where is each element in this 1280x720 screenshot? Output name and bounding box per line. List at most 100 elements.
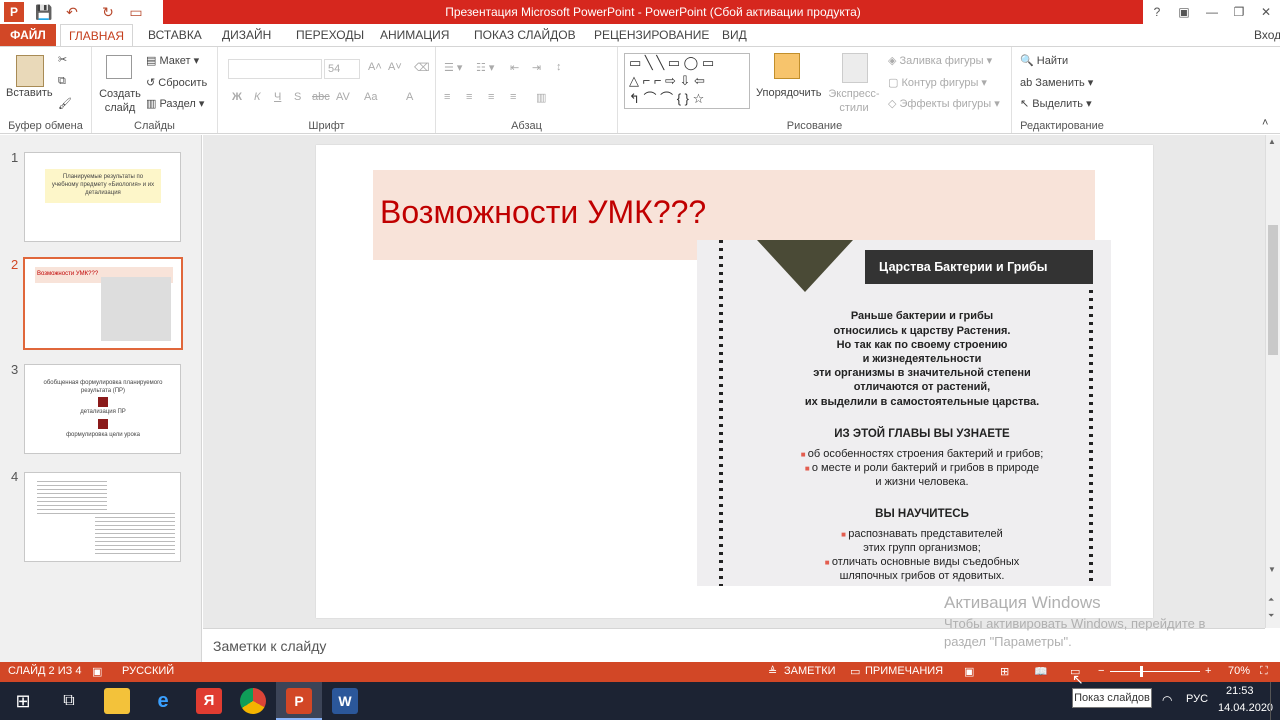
tab-insert[interactable]: ВСТАВКА — [140, 24, 210, 46]
tab-slideshow[interactable]: ПОКАЗ СЛАЙДОВ — [466, 24, 584, 46]
show-desktop-button[interactable] — [1270, 682, 1280, 720]
grow-font-icon[interactable]: A˄ — [368, 61, 382, 73]
comments-toggle-button[interactable]: ПРИМЕЧАНИЯ — [865, 665, 943, 677]
bullets-icon[interactable]: ☰ ▾ — [444, 61, 462, 74]
decrease-indent-icon[interactable]: ⇤ — [510, 61, 519, 74]
scroll-down-icon[interactable]: ▼ — [1268, 565, 1276, 574]
clear-format-icon[interactable]: ⌫ — [414, 61, 430, 74]
format-painter-icon[interactable]: 🖌 — [58, 97, 72, 110]
shape-fill-button[interactable]: ◈ Заливка фигуры ▾ — [888, 54, 992, 67]
redo-icon[interactable]: ↻ — [98, 2, 118, 22]
save-icon[interactable]: 💾 — [34, 2, 54, 22]
network-icon[interactable]: ◠ — [1162, 693, 1172, 707]
windows-start-icon[interactable]: ⊞ — [10, 688, 36, 714]
file-explorer-icon[interactable] — [104, 688, 130, 714]
layout-button[interactable]: ▤ Макет ▾ — [146, 54, 199, 67]
font-color-icon[interactable]: A — [406, 91, 413, 103]
normal-view-icon[interactable]: ▣ — [964, 665, 974, 678]
arrange-icon[interactable] — [774, 53, 800, 79]
prev-slide-icon[interactable]: ⏶ — [1268, 595, 1274, 605]
bold-button[interactable]: Ж — [232, 91, 242, 103]
scroll-up-icon[interactable]: ▲ — [1268, 137, 1276, 146]
paste-button[interactable]: Вставить — [6, 87, 53, 99]
powerpoint-taskbar-icon[interactable]: P — [286, 688, 312, 714]
quick-styles-button[interactable]: Экспресс-стили — [828, 87, 880, 115]
chrome-icon[interactable] — [240, 688, 266, 714]
align-right-icon[interactable]: ≡ — [488, 91, 494, 103]
cut-icon[interactable]: ✂ — [58, 53, 67, 66]
shape-effects-button[interactable]: ◇ Эффекты фигуры ▾ — [888, 97, 1000, 110]
task-view-icon[interactable]: ⧉ — [56, 688, 82, 714]
clock-date[interactable]: 14.04.2020 — [1218, 702, 1273, 714]
undo-icon[interactable]: ↶ — [62, 2, 82, 22]
notes-pane[interactable]: Заметки к слайду — [203, 628, 1265, 662]
yandex-browser-icon[interactable]: Я — [196, 688, 222, 714]
help-button[interactable]: ? — [1144, 0, 1170, 24]
copy-icon[interactable]: ⧉ — [58, 75, 66, 88]
input-language[interactable]: РУС — [1186, 693, 1208, 705]
vertical-scrollbar[interactable]: ▲ ▼ ⏶ ⏷ — [1265, 135, 1280, 628]
fit-to-window-icon[interactable]: ⛶ — [1260, 665, 1268, 678]
reset-button[interactable]: ↺ Сбросить — [146, 76, 207, 89]
increase-indent-icon[interactable]: ⇥ — [532, 61, 541, 74]
tab-view[interactable]: ВИД — [714, 24, 755, 46]
shapes-gallery[interactable]: ▭ ╲ ╲ ▭ ◯ ▭ △ ⌐ ⌐ ⇨ ⇩ ⇦ ↰ ⌒ ⌒ { } ☆ — [624, 53, 750, 109]
line-spacing-icon[interactable]: ↕ — [556, 61, 562, 73]
char-spacing-icon[interactable]: AV — [336, 91, 350, 103]
tab-transitions[interactable]: ПЕРЕХОДЫ — [288, 24, 372, 46]
replace-button[interactable]: ab Заменить ▾ — [1020, 76, 1093, 89]
comments-toggle-icon[interactable]: ▭ — [850, 665, 860, 678]
scroll-thumb[interactable] — [1268, 225, 1278, 355]
align-left-icon[interactable]: ≡ — [444, 91, 450, 103]
font-name-box[interactable] — [228, 59, 322, 79]
slide-title[interactable]: Возможности УМК??? — [380, 194, 706, 231]
clock-time[interactable]: 21:53 — [1226, 685, 1254, 697]
font-size-box[interactable]: 54 — [324, 59, 360, 79]
justify-icon[interactable]: ≡ — [510, 91, 516, 103]
find-button[interactable]: 🔍 Найти — [1020, 54, 1068, 67]
thumbnail-slide-3[interactable]: обобщенная формулировка планируемого рез… — [24, 364, 181, 454]
slide-sorter-icon[interactable]: ⊞ — [1000, 665, 1009, 678]
tab-animation[interactable]: АНИМАЦИЯ — [372, 24, 457, 46]
align-center-icon[interactable]: ≡ — [466, 91, 472, 103]
slide-picture[interactable]: Царства Бактерии и Грибы Раньше бактерии… — [697, 240, 1111, 586]
tab-review[interactable]: РЕЦЕНЗИРОВАНИЕ — [586, 24, 717, 46]
quick-styles-icon[interactable] — [842, 53, 868, 83]
notes-toggle-icon[interactable]: ≜ — [768, 665, 777, 678]
columns-icon[interactable]: ▥ — [536, 91, 546, 104]
next-slide-icon[interactable]: ⏷ — [1268, 611, 1274, 621]
new-slide-button[interactable]: Создать слайд — [98, 87, 142, 115]
zoom-level[interactable]: 70% — [1228, 665, 1250, 677]
language-indicator[interactable]: РУССКИЙ — [122, 665, 174, 677]
zoom-in-icon[interactable]: + — [1205, 665, 1211, 677]
ribbon-options-icon[interactable]: ▣ — [1171, 0, 1197, 24]
word-taskbar-icon[interactable]: W — [332, 688, 358, 714]
edge-icon[interactable]: e — [150, 688, 176, 714]
tab-file[interactable]: ФАЙЛ — [0, 24, 56, 46]
paste-icon[interactable] — [16, 55, 44, 87]
collapse-ribbon-icon[interactable]: ˄ — [1262, 117, 1268, 129]
notes-toggle-button[interactable]: ЗАМЕТКИ — [784, 665, 836, 677]
strikethrough-button[interactable]: abc — [312, 91, 330, 103]
shadow-button[interactable]: S — [294, 91, 301, 103]
reading-view-icon[interactable]: 📖 — [1034, 665, 1048, 678]
tab-home[interactable]: ГЛАВНАЯ — [60, 24, 134, 47]
thumbnail-slide-1[interactable]: Планируемые результаты по учебному предм… — [24, 152, 181, 242]
minimize-button[interactable]: — — [1199, 0, 1225, 24]
close-button[interactable]: ✕ — [1253, 0, 1279, 24]
tab-design[interactable]: ДИЗАЙН — [214, 24, 279, 46]
restore-button[interactable]: ❐ — [1226, 0, 1252, 24]
spellcheck-icon[interactable]: ▣ — [92, 665, 102, 678]
select-button[interactable]: ↖ Выделить ▾ — [1020, 97, 1092, 110]
arrange-button[interactable]: Упорядочить — [756, 87, 821, 99]
start-slideshow-icon[interactable]: ▭ — [126, 2, 146, 22]
thumbnail-slide-2[interactable]: Возможности УМК??? — [23, 257, 183, 350]
sign-in-link[interactable]: Вход — [1246, 24, 1280, 46]
new-slide-icon[interactable] — [106, 55, 132, 79]
underline-button[interactable]: Ч — [274, 91, 281, 103]
change-case-button[interactable]: Aa — [364, 91, 377, 103]
zoom-slider-track[interactable] — [1110, 671, 1200, 672]
thumbnail-slide-4[interactable] — [24, 472, 181, 562]
zoom-out-icon[interactable]: − — [1098, 665, 1104, 677]
shape-outline-button[interactable]: ▢ Контур фигуры ▾ — [888, 76, 987, 89]
